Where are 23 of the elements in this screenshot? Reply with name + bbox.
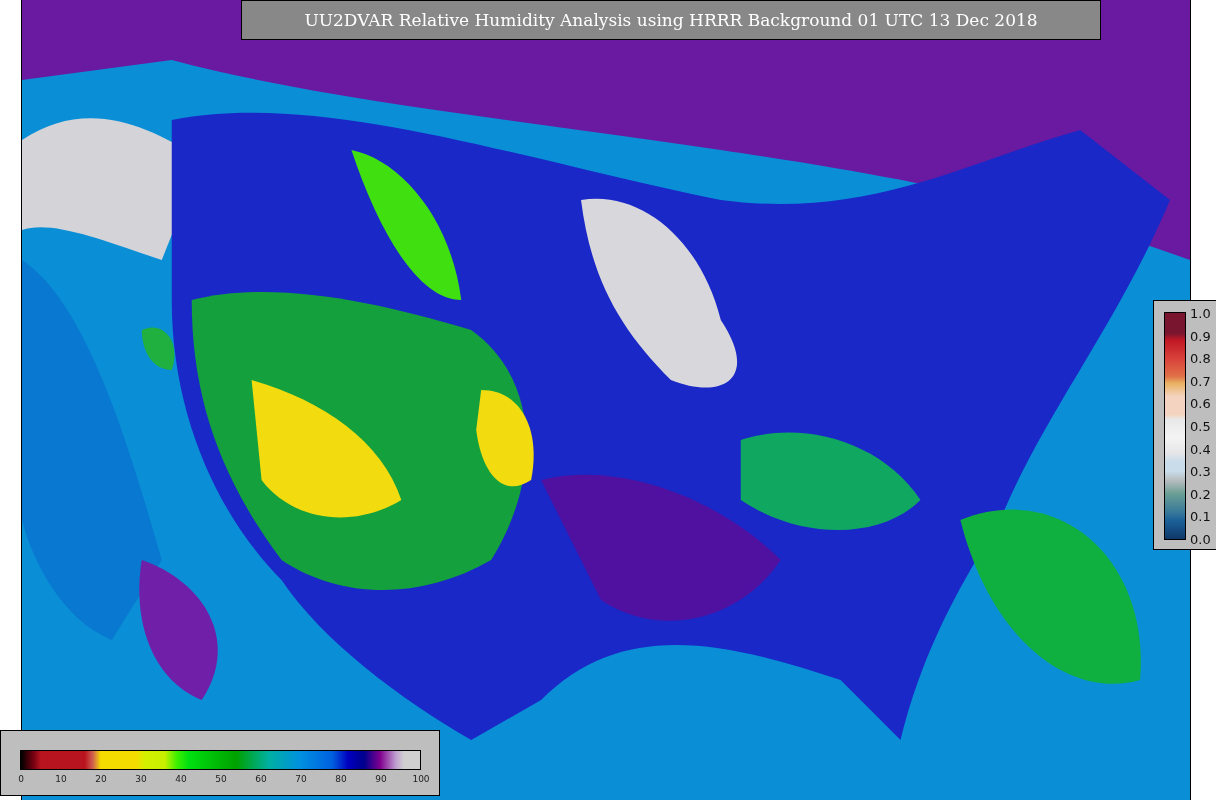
colorbar-tick-label: 0.6 (1190, 396, 1211, 410)
colorbar-tick-label: 0.9 (1190, 329, 1211, 343)
colorbar-tick-label: 40 (175, 774, 187, 784)
colorbar-tick-label: 0.5 (1190, 419, 1211, 433)
colorbar-tick-label: 0.2 (1190, 487, 1211, 501)
colorbar-tick-label: 70 (295, 774, 307, 784)
colorbar-tick-label: 1.0 (1190, 306, 1211, 320)
colorbar-tick-label: 0.3 (1190, 464, 1211, 478)
colorbar-tick-label: 0.4 (1190, 442, 1211, 456)
colorbar-tick-label: 80 (335, 774, 347, 784)
colorbar-tick-label: 0 (18, 774, 24, 784)
colorbar-tick-label: 20 (95, 774, 107, 784)
colorbar-tick-label: 10 (55, 774, 67, 784)
map-title: UU2DVAR Relative Humidity Analysis using HRRR Background 01 UTC 13 Dec 2018 (241, 0, 1101, 40)
colorbar-tick-label: 0.8 (1190, 351, 1211, 365)
colorbar-tick-label: 60 (255, 774, 267, 784)
colorbar-tick-label: 90 (375, 774, 387, 784)
colorbar-tick-label: 0.7 (1190, 374, 1211, 388)
colorbar-tick-label: 100 (412, 774, 430, 784)
colorbar-tick-label: 30 (135, 774, 147, 784)
colorbar-tick-label: 0.0 (1190, 532, 1211, 546)
colorbar-tick-label: 50 (215, 774, 227, 784)
colorbar-tick-label: 0.1 (1190, 509, 1211, 523)
